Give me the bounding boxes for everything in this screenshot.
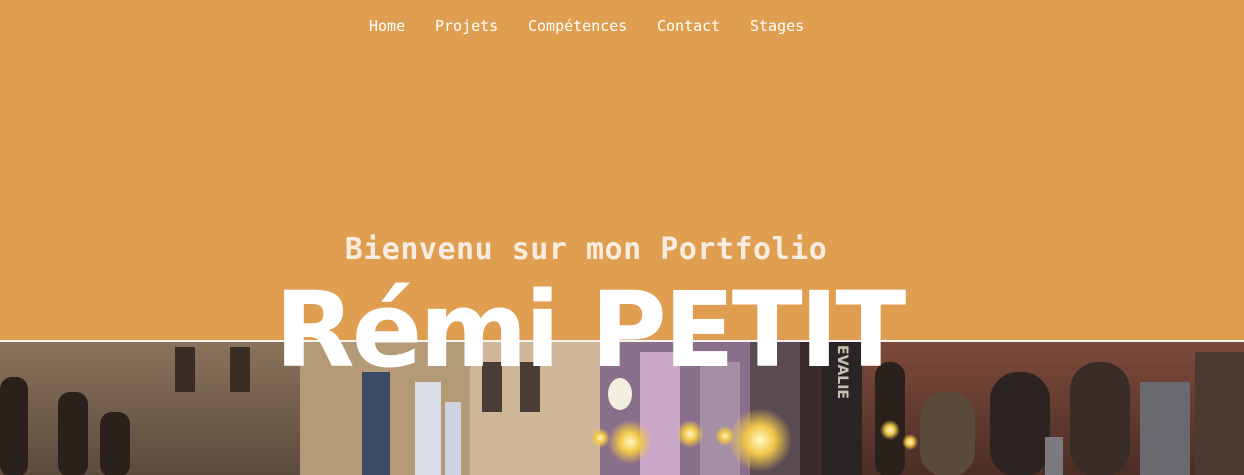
welcome-heading: Bienvenu sur mon Portfolio	[344, 232, 828, 267]
nav-link-contact[interactable]: Contact	[657, 17, 720, 35]
main-nav: Home Projets Compétences Contact Stages	[0, 0, 1244, 54]
nav-link-stages[interactable]: Stages	[750, 17, 804, 35]
nav-link-home[interactable]: Home	[369, 17, 405, 35]
owner-name-title: Rémi PETIT	[274, 269, 907, 391]
nav-link-competences[interactable]: Compétences	[528, 17, 627, 35]
nav-link-projets[interactable]: Projets	[435, 17, 498, 35]
